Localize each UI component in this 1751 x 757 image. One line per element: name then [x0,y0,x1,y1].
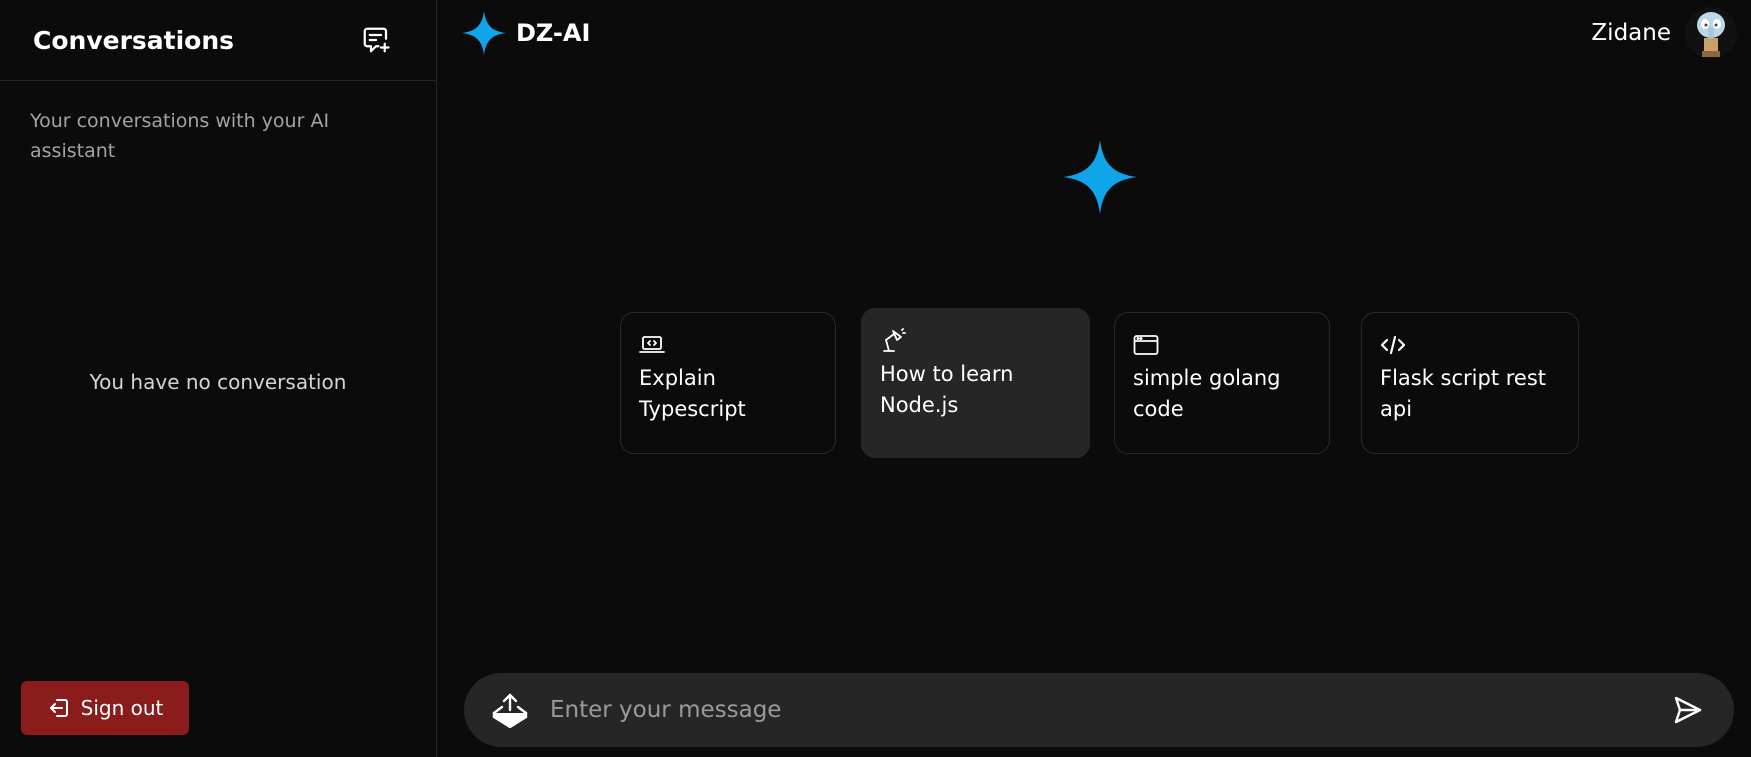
sign-out-icon [49,699,68,717]
new-conversation-button[interactable] [360,24,392,56]
app-root: Conversations Your conversations with yo… [0,0,1751,757]
empty-conversations-text: You have no conversation [89,370,347,394]
suggestion-card-flask[interactable]: Flask script rest api [1361,312,1579,454]
sparkle-logo-icon [462,11,506,55]
send-icon [1674,696,1702,724]
browser-window-icon [1133,335,1159,355]
sidebar-header: Conversations [0,0,436,81]
suggestion-label: simple golang code [1133,366,1281,421]
top-bar: DZ-AI Zidane [437,0,1751,66]
suggestion-label: Explain Typescript [639,366,746,421]
avatar-image-icon [1685,7,1737,59]
suggestion-card-nodejs[interactable]: How to learn Node.js [861,308,1090,458]
desk-lamp-icon [883,328,906,352]
upload-button[interactable] [490,690,530,730]
upload-icon [492,693,528,728]
brand-name: DZ-AI [516,19,591,47]
sidebar: Conversations Your conversations with yo… [0,0,437,757]
message-composer [464,673,1734,747]
suggestion-card-typescript[interactable]: Explain Typescript [620,312,836,454]
brand[interactable]: DZ-AI [462,11,590,55]
new-chat-icon [363,27,390,53]
sidebar-title: Conversations [33,25,235,55]
hero-sparkle-icon [1063,140,1137,214]
laptop-code-icon [639,336,665,353]
suggestion-label: How to learn Node.js [880,362,1014,417]
sign-out-button[interactable]: Sign out [21,681,189,735]
sign-out-label: Sign out [80,696,164,720]
suggestion-card-golang[interactable]: simple golang code [1114,312,1330,454]
sidebar-description: Your conversations with your AI assistan… [30,110,330,162]
avatar[interactable] [1685,7,1737,59]
user-menu[interactable]: Zidane [1591,7,1737,59]
code-icon [1380,335,1406,355]
main-panel: DZ-AI Zidane Explain Typescript How to l… [437,0,1751,757]
send-button[interactable] [1668,690,1708,730]
suggestion-label: Flask script rest api [1380,366,1547,421]
user-name: Zidane [1591,20,1671,46]
message-input[interactable] [550,685,1668,735]
